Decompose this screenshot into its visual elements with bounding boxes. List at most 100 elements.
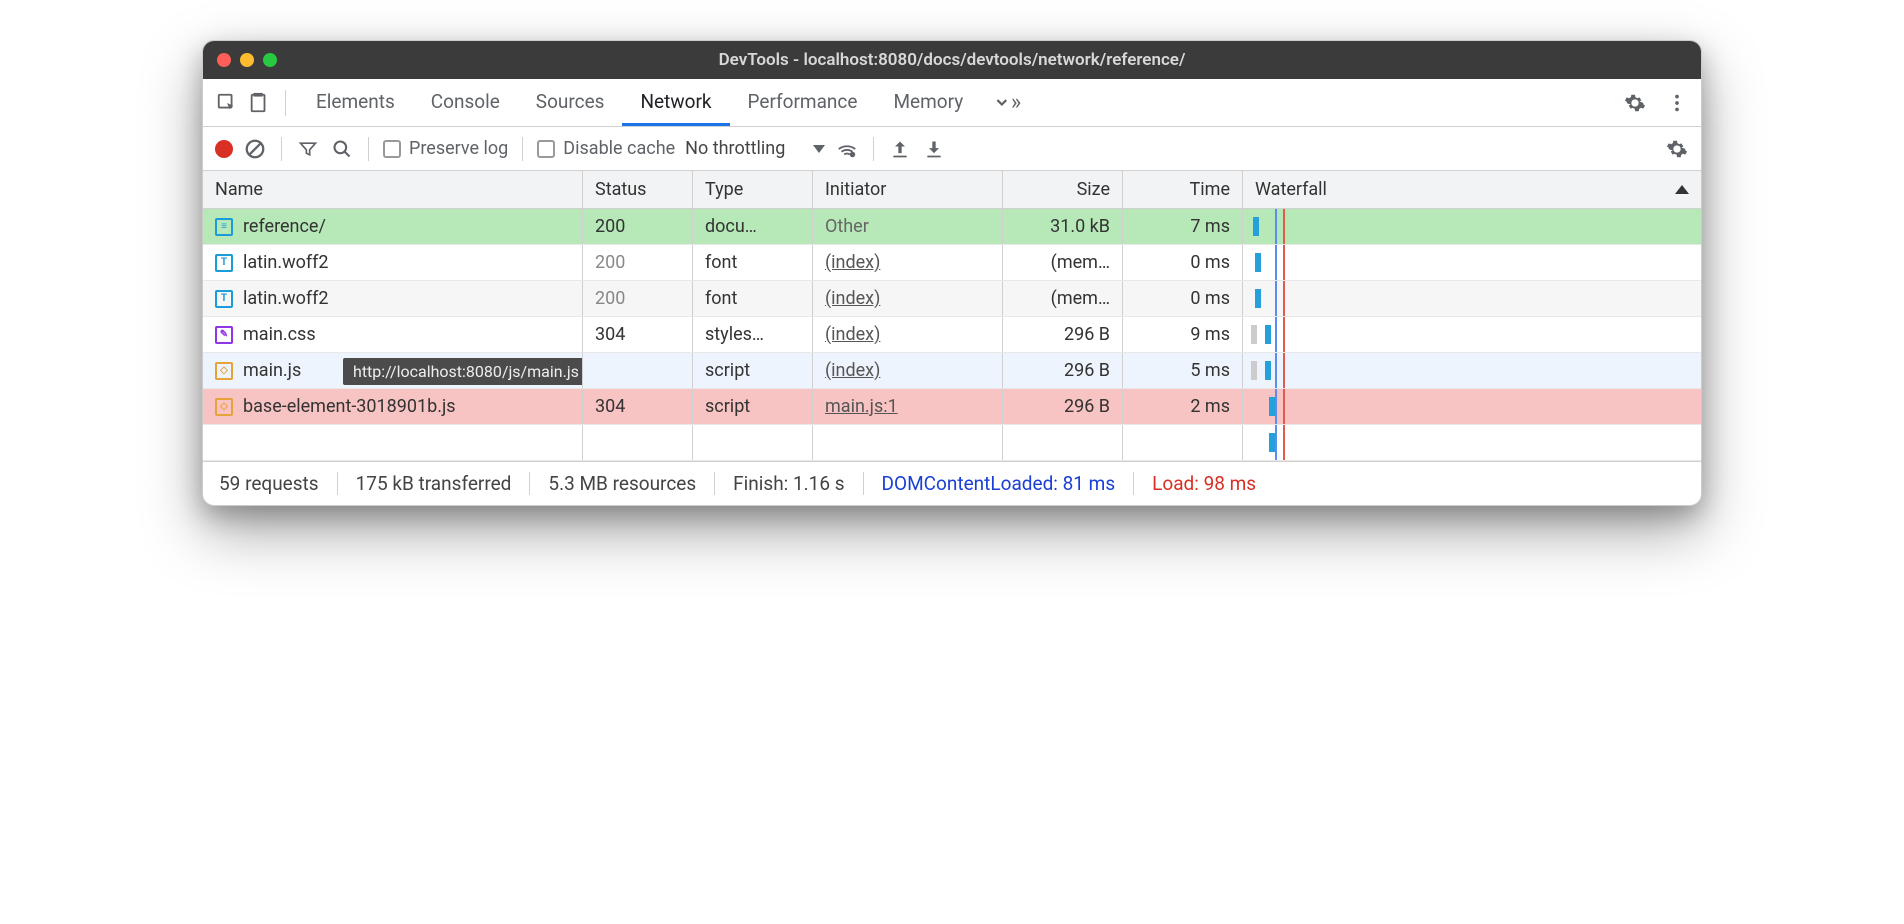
- resource-name: main.js: [243, 360, 301, 381]
- cell-waterfall: [1243, 209, 1701, 244]
- cell-size: 296 B: [1003, 353, 1123, 388]
- cell-waterfall: [1243, 389, 1701, 424]
- column-header-time[interactable]: Time: [1123, 171, 1243, 208]
- separator: [285, 90, 286, 116]
- initiator-link[interactable]: main.js:1: [825, 396, 898, 417]
- cell-initiator: (index): [813, 245, 1003, 280]
- kebab-menu-icon[interactable]: [1663, 89, 1691, 117]
- window-title: DevTools - localhost:8080/docs/devtools/…: [203, 50, 1701, 70]
- dcl-line: [1275, 389, 1277, 424]
- network-toolbar: Preserve log Disable cache No throttling: [203, 127, 1701, 171]
- tab-console[interactable]: Console: [413, 79, 518, 126]
- throttling-select[interactable]: No throttling: [685, 138, 825, 159]
- tab-performance[interactable]: Performance: [730, 79, 876, 126]
- document-icon: ≡: [215, 218, 233, 236]
- initiator-link[interactable]: (index): [825, 252, 880, 273]
- search-icon[interactable]: [330, 137, 354, 161]
- cell-waterfall: [1243, 353, 1701, 388]
- status-resources: 5.3 MB resources: [530, 472, 715, 495]
- table-row[interactable]: Tlatin.woff2200font(index)(mem…0 ms: [203, 245, 1701, 281]
- waterfall-wait-bar: [1251, 325, 1257, 344]
- separator: [281, 137, 282, 161]
- column-header-name[interactable]: Name: [203, 171, 583, 208]
- more-tabs-icon[interactable]: »: [993, 89, 1021, 117]
- record-button[interactable]: [215, 140, 233, 158]
- cell-time: 7 ms: [1123, 209, 1243, 244]
- maximize-window-button[interactable]: [263, 53, 277, 67]
- column-header-type[interactable]: Type: [693, 171, 813, 208]
- cell-type: font: [693, 281, 813, 316]
- close-window-button[interactable]: [217, 53, 231, 67]
- cell-size: 31.0 kB: [1003, 209, 1123, 244]
- network-statusbar: 59 requests 175 kB transferred 5.3 MB re…: [203, 461, 1701, 505]
- cell-initiator: (index): [813, 281, 1003, 316]
- script-icon: ◇: [215, 362, 233, 380]
- inspect-element-icon[interactable]: [213, 89, 241, 117]
- table-row[interactable]: ◇main.jshttp://localhost:8080/js/main.js…: [203, 353, 1701, 389]
- cell-time: 5 ms: [1123, 353, 1243, 388]
- column-header-waterfall[interactable]: Waterfall: [1243, 171, 1701, 208]
- load-line: [1283, 281, 1285, 316]
- minimize-window-button[interactable]: [240, 53, 254, 67]
- device-toolbar-icon[interactable]: [245, 89, 273, 117]
- disable-cache-label: Disable cache: [563, 138, 675, 159]
- preserve-log-checkbox[interactable]: Preserve log: [383, 138, 508, 159]
- tab-elements[interactable]: Elements: [298, 79, 413, 126]
- clear-icon[interactable]: [243, 137, 267, 161]
- tab-sources[interactable]: Sources: [518, 79, 623, 126]
- cell-waterfall: [1243, 245, 1701, 280]
- tab-memory[interactable]: Memory: [875, 79, 981, 126]
- table-row[interactable]: ◇base-element-3018901b.js304scriptmain.j…: [203, 389, 1701, 425]
- cell-time: 0 ms: [1123, 245, 1243, 280]
- column-header-status[interactable]: Status: [583, 171, 693, 208]
- network-settings-icon[interactable]: [1665, 137, 1689, 161]
- waterfall-wait-bar: [1251, 361, 1257, 380]
- column-header-size[interactable]: Size: [1003, 171, 1123, 208]
- load-line: [1283, 209, 1285, 244]
- waterfall-download-bar: [1255, 289, 1261, 308]
- cell-size: (mem…: [1003, 281, 1123, 316]
- load-line: [1283, 353, 1285, 388]
- cell-initiator: Other: [813, 209, 1003, 244]
- font-icon: T: [215, 290, 233, 308]
- cell-name: ◇base-element-3018901b.js: [203, 389, 583, 424]
- load-line: [1283, 245, 1285, 280]
- initiator-link[interactable]: (index): [825, 324, 880, 345]
- initiator-text: Other: [825, 216, 869, 237]
- initiator-link[interactable]: (index): [825, 288, 880, 309]
- initiator-link[interactable]: (index): [825, 360, 880, 381]
- load-line: [1283, 389, 1285, 424]
- cell-size: (mem…: [1003, 245, 1123, 280]
- cell-waterfall: [1243, 317, 1701, 352]
- tab-network[interactable]: Network: [622, 79, 729, 126]
- waterfall-download-bar: [1255, 253, 1261, 272]
- cell-initiator: (index): [813, 353, 1003, 388]
- cell-type: font: [693, 245, 813, 280]
- network-conditions-icon[interactable]: [835, 137, 859, 161]
- devtools-window: DevTools - localhost:8080/docs/devtools/…: [202, 40, 1702, 506]
- throttling-value: No throttling: [685, 138, 785, 159]
- dcl-line: [1275, 425, 1277, 460]
- dcl-line: [1275, 245, 1277, 280]
- cell-status: 200: [583, 245, 693, 280]
- cell-type: docu…: [693, 209, 813, 244]
- cell-initiator: (index): [813, 317, 1003, 352]
- upload-har-icon[interactable]: [888, 137, 912, 161]
- settings-icon[interactable]: [1621, 89, 1649, 117]
- table-row[interactable]: ✎main.css304styles…(index)296 B9 ms: [203, 317, 1701, 353]
- filter-icon[interactable]: [296, 137, 320, 161]
- traffic-lights: [217, 53, 277, 67]
- dcl-line: [1275, 353, 1277, 388]
- status-requests: 59 requests: [219, 472, 338, 495]
- column-header-initiator[interactable]: Initiator: [813, 171, 1003, 208]
- status-transferred: 175 kB transferred: [338, 472, 531, 495]
- separator: [368, 137, 369, 161]
- network-table-body: ≡reference/200docu…Other31.0 kB7 msTlati…: [203, 209, 1701, 461]
- load-line: [1283, 317, 1285, 352]
- disable-cache-checkbox[interactable]: Disable cache: [537, 138, 675, 159]
- table-row[interactable]: ≡reference/200docu…Other31.0 kB7 ms: [203, 209, 1701, 245]
- download-har-icon[interactable]: [922, 137, 946, 161]
- resource-name: base-element-3018901b.js: [243, 396, 456, 417]
- status-load: Load: 98 ms: [1134, 472, 1274, 495]
- table-row[interactable]: Tlatin.woff2200font(index)(mem…0 ms: [203, 281, 1701, 317]
